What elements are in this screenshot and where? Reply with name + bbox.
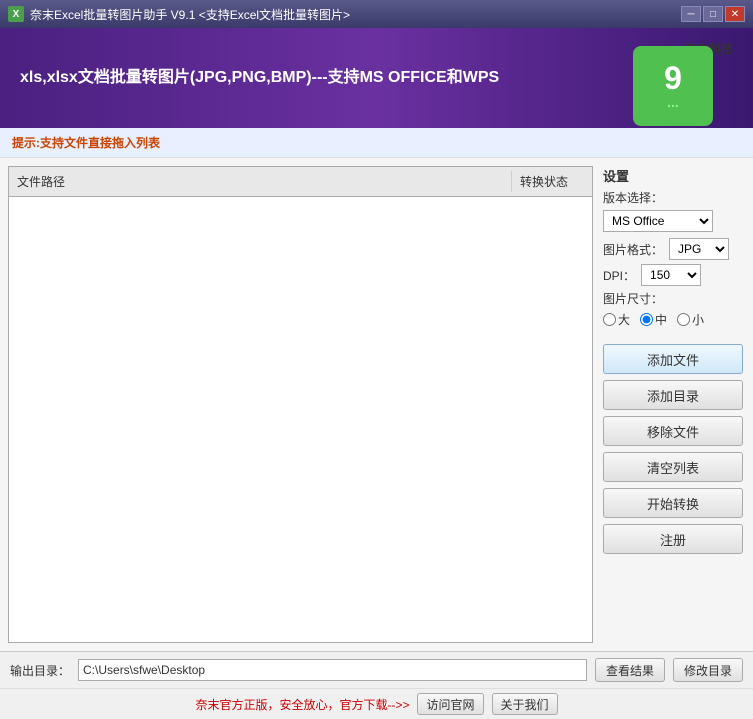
close-button[interactable]: ✕ xyxy=(725,6,745,22)
main-content: 提示:支持文件直接拖入列表 文件路径 转换状态 设置 版本选择： MS xyxy=(0,128,753,719)
about-us-button[interactable]: 关于我们 xyxy=(492,693,558,715)
app-icon: X xyxy=(8,6,24,22)
title-bar-controls: ─ □ ✕ xyxy=(681,6,745,22)
title-bar-left: X 奈末Excel批量转图片助手 V9.1 <支持Excel文档批量转图片> xyxy=(8,6,350,23)
image-size-setting: 图片尺寸： 大 中 小 xyxy=(603,290,743,328)
body-area: 文件路径 转换状态 设置 版本选择： MS Office WPS xyxy=(0,158,753,651)
image-format-label: 图片格式： xyxy=(603,241,663,258)
view-result-button[interactable]: 查看结果 xyxy=(595,658,665,682)
file-list-container: 文件路径 转换状态 xyxy=(8,166,593,643)
dpi-select[interactable]: 72 96 150 200 300 xyxy=(641,264,701,286)
add-dir-button[interactable]: 添加目录 xyxy=(603,380,743,410)
file-list-header: 文件路径 转换状态 xyxy=(9,167,592,197)
footer-text: 奈末官方正版，安全放心，官方下载-->> xyxy=(195,696,409,713)
window-title: 奈末Excel批量转图片助手 V9.1 <支持Excel文档批量转图片> xyxy=(30,6,350,23)
logo-number: 9 xyxy=(664,62,682,94)
col-status-header: 转换状态 xyxy=(512,171,592,192)
size-medium-option[interactable]: 中 xyxy=(640,311,667,328)
size-small-option[interactable]: 小 xyxy=(677,311,704,328)
header: xls,xlsx文档批量转图片(JPG,PNG,BMP)---支持MS OFFI… xyxy=(0,28,753,128)
version-setting: 版本选择： MS Office WPS xyxy=(603,189,743,232)
title-bar: X 奈末Excel批量转图片助手 V9.1 <支持Excel文档批量转图片> ─… xyxy=(0,0,753,28)
add-file-button[interactable]: 添加文件 xyxy=(603,344,743,374)
size-large-option[interactable]: 大 xyxy=(603,311,630,328)
clear-list-button[interactable]: 清空列表 xyxy=(603,452,743,482)
register-button[interactable]: 注册 xyxy=(603,524,743,554)
hint-bar: 提示:支持文件直接拖入列表 xyxy=(0,128,753,158)
action-buttons: 添加文件 添加目录 移除文件 清空列表 开始转换 注册 xyxy=(603,344,743,554)
dpi-setting: DPI： 72 96 150 200 300 xyxy=(603,264,743,286)
company-logo: 9 ... xyxy=(633,46,713,126)
hint-text: 提示:支持文件直接拖入列表 xyxy=(12,136,160,150)
minimize-button[interactable]: ─ xyxy=(681,6,701,22)
logo-dots: ... xyxy=(667,94,679,110)
dpi-label: DPI： xyxy=(603,267,635,284)
image-size-radios: 大 中 小 xyxy=(603,311,743,328)
start-convert-button[interactable]: 开始转换 xyxy=(603,488,743,518)
image-format-setting: 图片格式： JPG PNG BMP xyxy=(603,238,743,260)
col-path-header: 文件路径 xyxy=(9,171,512,192)
remove-file-button[interactable]: 移除文件 xyxy=(603,416,743,446)
header-text: xls,xlsx文档批量转图片(JPG,PNG,BMP)---支持MS OFFI… xyxy=(20,67,733,89)
bottom-bar: 输出目录： 查看结果 修改目录 xyxy=(0,651,753,688)
right-panel: 设置 版本选择： MS Office WPS 图片格式： JPG PNG BMP xyxy=(593,158,753,651)
settings-section: 设置 版本选择： MS Office WPS 图片格式： JPG PNG BMP xyxy=(603,166,743,328)
modify-dir-button[interactable]: 修改目录 xyxy=(673,658,743,682)
footer: 奈末官方正版，安全放心，官方下载-->> 访问官网 关于我们 xyxy=(0,688,753,719)
maximize-button[interactable]: □ xyxy=(703,6,723,22)
output-label: 输出目录： xyxy=(10,662,70,679)
visit-website-button[interactable]: 访问官网 xyxy=(417,693,483,715)
settings-title: 设置 xyxy=(603,166,743,185)
version-label: 版本选择： xyxy=(603,189,743,206)
image-size-label: 图片尺寸： xyxy=(603,290,743,307)
file-list-body[interactable] xyxy=(9,197,592,642)
version-select[interactable]: MS Office WPS xyxy=(603,210,713,232)
image-format-select[interactable]: JPG PNG BMP xyxy=(669,238,729,260)
output-path-input[interactable] xyxy=(78,659,587,681)
